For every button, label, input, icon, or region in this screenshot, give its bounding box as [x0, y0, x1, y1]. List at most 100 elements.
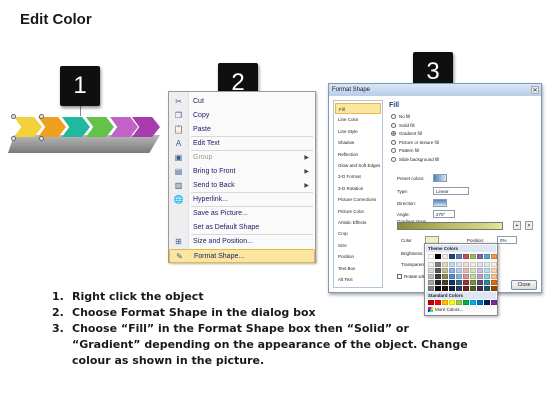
menu-item-cut[interactable]: ✂ Cut — [169, 95, 315, 109]
color-swatch[interactable] — [491, 262, 497, 267]
color-swatch[interactable] — [435, 262, 441, 267]
color-swatch[interactable] — [442, 274, 448, 279]
menu-item-format-shape[interactable]: ✎ Format Shape... — [169, 249, 315, 263]
color-swatch[interactable] — [428, 280, 434, 285]
nav-item-text-box[interactable]: Text Box — [335, 263, 381, 274]
color-swatch[interactable] — [491, 254, 497, 259]
preset-colors-dropdown[interactable] — [433, 174, 447, 182]
nav-item-position[interactable]: Position — [335, 251, 381, 262]
selection-handle[interactable] — [39, 136, 44, 141]
color-swatch[interactable] — [484, 274, 490, 279]
nav-item-picture-corrections[interactable]: Picture Corrections — [335, 194, 381, 205]
gradient-stops-bar[interactable] — [397, 222, 503, 230]
add-stop-button[interactable]: + — [513, 221, 521, 230]
nav-item-alt-text[interactable]: Alt Text — [335, 274, 381, 285]
color-swatch[interactable] — [442, 254, 448, 259]
color-swatch[interactable] — [477, 254, 483, 259]
color-swatch[interactable] — [477, 300, 483, 305]
menu-item-size-and-position[interactable]: ⊞ Size and Position... — [169, 235, 315, 249]
color-swatch[interactable] — [491, 274, 497, 279]
color-swatch[interactable] — [435, 268, 441, 273]
color-swatch[interactable] — [477, 274, 483, 279]
nav-item-artistic-effects[interactable]: Artistic Effects — [335, 217, 381, 228]
fill-option-gradient-fill[interactable]: Gradient fill — [391, 130, 422, 138]
nav-item-reflection[interactable]: Reflection — [335, 149, 381, 160]
color-swatch[interactable] — [428, 254, 434, 259]
menu-item-edit-text[interactable]: A Edit Text — [169, 137, 315, 151]
menu-item-send-to-back[interactable]: ▥ Send to Back ▶ — [169, 179, 315, 193]
chevron-shape-3[interactable] — [62, 117, 90, 137]
fill-option-slide-background-fill[interactable]: Slide background fill — [391, 156, 439, 164]
color-swatch[interactable] — [470, 274, 476, 279]
color-swatch[interactable] — [477, 262, 483, 267]
fill-option-picture-or-texture-fill[interactable]: Picture or texture fill — [391, 139, 439, 147]
chevron-shape-4[interactable] — [86, 117, 114, 137]
color-swatch[interactable] — [470, 280, 476, 285]
color-swatch[interactable] — [456, 262, 462, 267]
chevron-shape-1[interactable] — [14, 117, 42, 137]
menu-item-hyperlink[interactable]: 🌐 Hyperlink... — [169, 193, 315, 207]
fill-option-solid-fill[interactable]: Solid fill — [391, 122, 415, 130]
color-swatch[interactable] — [491, 300, 497, 305]
fill-option-no-fill[interactable]: No fill — [391, 113, 410, 121]
direction-dropdown[interactable] — [433, 199, 447, 207]
color-swatch[interactable] — [456, 268, 462, 273]
color-swatch[interactable] — [470, 254, 476, 259]
nav-item-3-d-format[interactable]: 3-D Format — [335, 171, 381, 182]
color-swatch[interactable] — [477, 280, 483, 285]
angle-input[interactable]: 270° — [433, 210, 455, 218]
color-swatch[interactable] — [484, 254, 490, 259]
color-swatch[interactable] — [463, 274, 469, 279]
color-swatch[interactable] — [449, 254, 455, 259]
color-swatch[interactable] — [470, 268, 476, 273]
color-swatch[interactable] — [449, 274, 455, 279]
color-swatch[interactable] — [491, 286, 497, 291]
color-swatch[interactable] — [449, 262, 455, 267]
nav-item-glow-and-soft-edges[interactable]: Glow and Soft Edges — [335, 160, 381, 171]
menu-item-copy[interactable]: ❐ Copy — [169, 109, 315, 123]
color-swatch[interactable] — [442, 280, 448, 285]
selection-handle[interactable] — [11, 114, 16, 119]
color-swatch[interactable] — [428, 262, 434, 267]
color-swatch[interactable] — [456, 280, 462, 285]
color-swatch[interactable] — [463, 280, 469, 285]
color-swatch[interactable] — [477, 286, 483, 291]
color-swatch[interactable] — [491, 268, 497, 273]
close-button[interactable]: Close — [511, 280, 537, 290]
color-swatch[interactable] — [484, 280, 490, 285]
nav-item-size[interactable]: Size — [335, 240, 381, 251]
color-swatch[interactable] — [449, 268, 455, 273]
close-icon[interactable]: ✕ — [531, 86, 539, 94]
color-swatch[interactable] — [442, 262, 448, 267]
color-swatch[interactable] — [470, 262, 476, 267]
color-swatch[interactable] — [484, 268, 490, 273]
color-swatch[interactable] — [435, 280, 441, 285]
nav-item-picture-color[interactable]: Picture Color — [335, 206, 381, 217]
menu-item-group[interactable]: ▣ Group ▶ — [169, 151, 315, 165]
menu-item-paste[interactable]: 📋 Paste — [169, 123, 315, 137]
color-swatch[interactable] — [456, 274, 462, 279]
color-swatch[interactable] — [449, 280, 455, 285]
selection-handle[interactable] — [39, 114, 44, 119]
color-swatch[interactable] — [477, 268, 483, 273]
menu-item-save-as-picture[interactable]: Save as Picture... — [169, 207, 315, 221]
color-swatch[interactable] — [442, 268, 448, 273]
color-swatch[interactable] — [435, 274, 441, 279]
color-swatch[interactable] — [491, 280, 497, 285]
menu-item-bring-to-front[interactable]: ▤ Bring to Front ▶ — [169, 165, 315, 179]
selection-handle[interactable] — [11, 136, 16, 141]
nav-item-3-d-rotation[interactable]: 3-D Rotation — [335, 183, 381, 194]
color-swatch[interactable] — [484, 262, 490, 267]
menu-item-set-as-default-shape[interactable]: Set as Default Shape — [169, 221, 315, 235]
chevron-shape-2[interactable] — [38, 117, 66, 137]
chevron-shape-5[interactable] — [110, 117, 138, 137]
color-swatch[interactable] — [435, 254, 441, 259]
color-swatch[interactable] — [463, 268, 469, 273]
nav-item-line-style[interactable]: Line Style — [335, 126, 381, 137]
color-swatch[interactable] — [484, 286, 490, 291]
nav-item-line-color[interactable]: Line Color — [335, 114, 381, 125]
nav-item-crop[interactable]: Crop — [335, 228, 381, 239]
color-swatch[interactable] — [463, 254, 469, 259]
nav-item-shadow[interactable]: Shadow — [335, 137, 381, 148]
position-input[interactable]: 0% — [497, 236, 517, 244]
